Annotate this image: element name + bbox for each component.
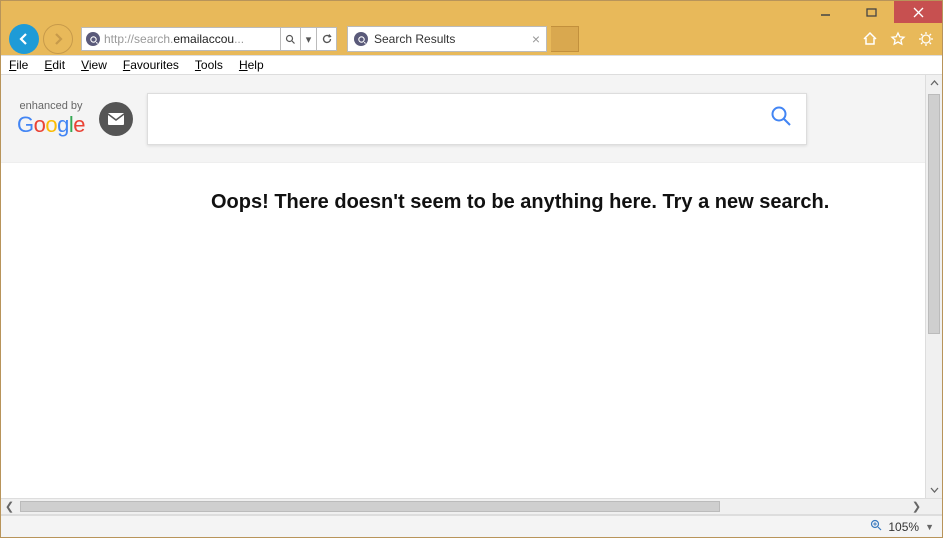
horizontal-scroll-thumb[interactable] [20,501,720,512]
mail-icon[interactable] [99,102,133,136]
menu-tools[interactable]: Tools [195,58,223,72]
address-search-button[interactable] [281,27,301,51]
search-header: enhanced by Google [1,75,925,163]
horizontal-scrollbar[interactable]: ❮ ❯ [1,498,942,515]
url-text: http://search.emailaccou... [104,32,244,46]
favorites-icon[interactable] [888,29,908,49]
vertical-scroll-track[interactable] [926,92,942,481]
horizontal-scroll-track[interactable] [18,499,908,514]
scroll-down-icon[interactable] [926,481,942,498]
zoom-icon[interactable] [870,519,882,534]
vertical-scrollbar[interactable] [925,75,942,498]
scroll-left-icon[interactable]: ❮ [1,499,18,514]
viewport: enhanced by Google Oops! There doesn't s… [1,75,942,498]
results-area: Oops! There doesn't seem to be anything … [1,163,925,498]
search-box [147,93,807,145]
menu-file[interactable]: File [9,58,28,72]
browser-tab[interactable]: Search Results × [347,26,547,52]
new-tab-button[interactable] [551,26,579,52]
minimize-button[interactable] [802,1,848,23]
address-bar[interactable]: http://search.emailaccou... [81,27,281,51]
page-content: enhanced by Google Oops! There doesn't s… [1,75,925,498]
tab-favicon [354,32,368,46]
search-input[interactable] [162,110,770,128]
home-icon[interactable] [860,29,880,49]
google-logo: Google [17,112,85,138]
scroll-up-icon[interactable] [926,75,942,92]
zoom-dropdown[interactable]: ▼ [925,522,934,532]
enhanced-label: enhanced by [20,100,83,112]
window-titlebar [1,1,942,23]
tab-close-button[interactable]: × [532,32,540,46]
close-button[interactable] [894,1,942,23]
menu-view[interactable]: View [81,58,107,72]
menu-bar: File Edit View Favourites Tools Help [1,55,942,75]
menu-favourites[interactable]: Favourites [123,58,179,72]
maximize-button[interactable] [848,1,894,23]
back-button[interactable] [9,24,39,54]
no-results-message: Oops! There doesn't seem to be anything … [31,191,895,214]
tab-title: Search Results [374,32,455,46]
vertical-scroll-thumb[interactable] [928,94,940,334]
refresh-button[interactable] [317,27,337,51]
menu-edit[interactable]: Edit [44,58,65,72]
address-bar-group: http://search.emailaccou... ▾ [81,27,337,51]
address-dropdown[interactable]: ▾ [301,27,317,51]
navigation-row: http://search.emailaccou... ▾ Search Res… [1,23,942,55]
search-button[interactable] [770,105,792,132]
tools-icon[interactable] [916,29,936,49]
menu-help[interactable]: Help [239,58,264,72]
forward-button[interactable] [43,24,73,54]
status-bar: 105% ▼ [1,515,942,537]
site-icon [86,32,100,46]
enhanced-by-google-logo: enhanced by Google [17,100,85,138]
scroll-right-icon[interactable]: ❯ [908,499,925,514]
zoom-level[interactable]: 105% [888,520,919,534]
scroll-corner [925,499,942,514]
